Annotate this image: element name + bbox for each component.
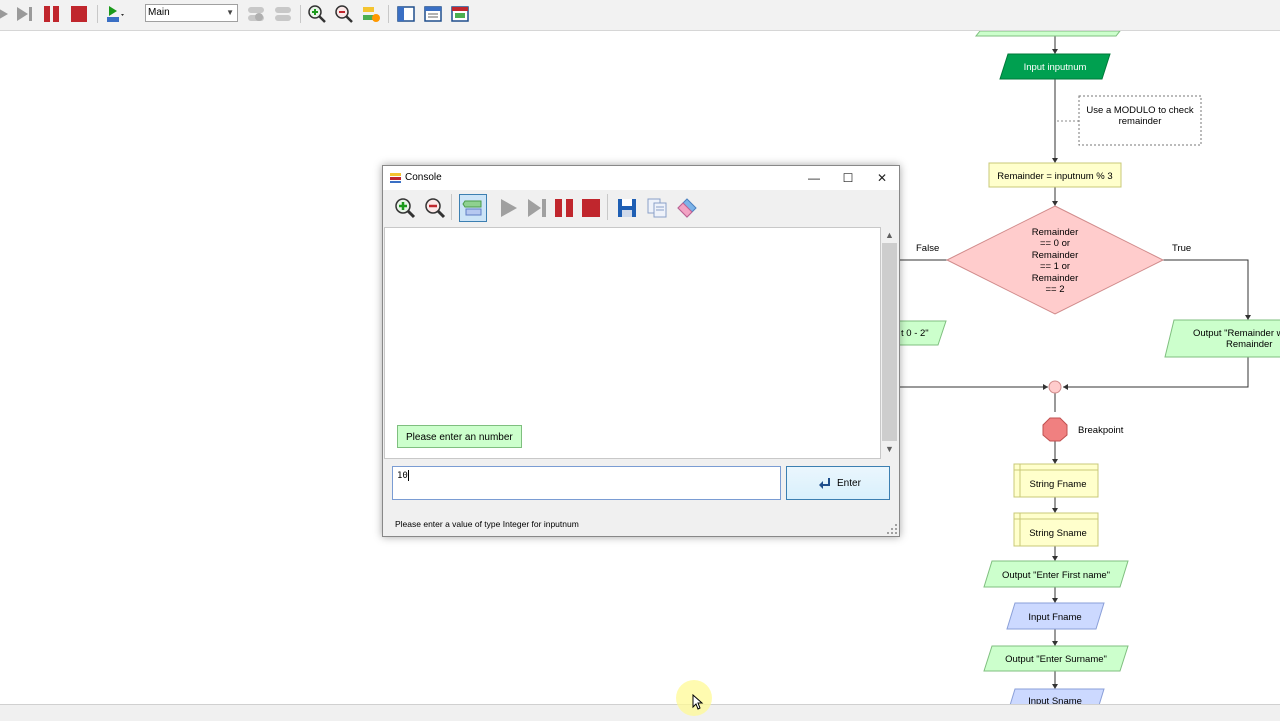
console-input-field[interactable]: 10 — [392, 466, 781, 500]
zoom-in-icon[interactable] — [307, 4, 327, 24]
resize-grip-icon[interactable] — [887, 524, 897, 534]
scroll-thumb[interactable] — [882, 243, 897, 441]
layout-icon[interactable] — [396, 4, 416, 24]
breakpoint-label: Breakpoint — [1078, 425, 1124, 436]
output-surname-label: Output "Enter Surname" — [1005, 654, 1107, 665]
stop-icon[interactable] — [579, 196, 603, 220]
assign-remainder-label: Remainder = inputnum % 3 — [997, 171, 1112, 182]
clear-eraser-icon[interactable] — [675, 196, 699, 220]
maximize-icon: ☐ — [842, 171, 854, 185]
step-icon[interactable] — [525, 196, 549, 220]
comment-line-2: remainder — [1119, 116, 1162, 127]
zoom-out-icon[interactable] — [423, 196, 447, 220]
chevron-down-icon: ▼ — [226, 8, 234, 17]
mouse-pointer-icon — [692, 694, 704, 710]
decision-line-1: Remainder — [1032, 227, 1078, 238]
output-shape-top[interactable] — [974, 31, 1121, 37]
enter-return-icon — [819, 478, 830, 489]
status-bar — [0, 704, 1280, 721]
console-titlebar[interactable]: Console — ☐ ✕ — [383, 166, 899, 190]
close-button[interactable]: ✕ — [865, 166, 899, 190]
pause-icon[interactable] — [42, 4, 62, 24]
maximize-button[interactable]: ☐ — [831, 166, 865, 190]
false-label: False — [916, 243, 939, 254]
scroll-up-icon[interactable]: ▲ — [881, 227, 898, 243]
function-select[interactable]: Main ▼ — [145, 4, 238, 22]
right-output-line-1: Output "Remainder w — [1193, 328, 1280, 339]
variables-window-icon[interactable] — [423, 4, 443, 24]
decision-line-3: Remainder — [1032, 250, 1078, 261]
console-window-icon[interactable] — [450, 4, 470, 24]
save-icon[interactable] — [615, 196, 639, 220]
console-status-text: Please enter a value of type Integer for… — [395, 519, 579, 529]
true-label: True — [1172, 243, 1191, 254]
run-function-icon[interactable] — [104, 4, 124, 24]
step-icon[interactable] — [15, 4, 35, 24]
right-output-line-2: Remainder — [1226, 339, 1272, 350]
console-window: Console — ☐ ✕ Please enter an number ▲ ▼… — [382, 165, 900, 537]
close-icon: ✕ — [876, 171, 888, 185]
show-prompts-toggle[interactable] — [459, 194, 487, 222]
decision-line-5: Remainder — [1032, 273, 1078, 284]
declare-sname-label: String Sname — [1029, 528, 1087, 539]
input-inputnum-label: Input inputnum — [1024, 62, 1087, 73]
stop-icon[interactable] — [69, 4, 89, 24]
function-select-value: Main — [148, 7, 170, 18]
minimize-icon: — — [808, 171, 820, 185]
comment-line-1: Use a MODULO to check — [1086, 105, 1193, 116]
remove-function-icon[interactable] — [273, 4, 293, 24]
prompt-text: Please enter an number — [406, 432, 513, 443]
settings-icon[interactable] — [361, 4, 381, 24]
console-scrollbar[interactable]: ▲ ▼ — [881, 227, 898, 457]
decision-line-6: == 2 — [1045, 284, 1064, 295]
console-toolbar — [383, 190, 899, 226]
merge-point — [1048, 380, 1062, 394]
input-fname-label: Input Fname — [1028, 612, 1081, 623]
console-input-value: 10 — [397, 471, 408, 481]
enter-button[interactable]: Enter — [786, 466, 890, 500]
decision-line-2: == 0 or — [1040, 238, 1070, 249]
scroll-down-icon[interactable]: ▼ — [881, 441, 898, 457]
minimize-button[interactable]: — — [797, 166, 831, 190]
decision-line-4: == 1 or — [1040, 261, 1070, 272]
add-function-icon[interactable] — [246, 4, 266, 24]
output-first-name-label: Output "Enter First name" — [1002, 570, 1110, 581]
main-toolbar: Main ▼ — [0, 0, 1280, 31]
copy-icon[interactable] — [645, 196, 669, 220]
pause-icon[interactable] — [552, 196, 576, 220]
console-title: Console — [405, 172, 442, 183]
console-app-icon — [390, 173, 401, 183]
zoom-out-icon[interactable] — [334, 4, 354, 24]
run-icon[interactable] — [497, 196, 521, 220]
prompt-message: Please enter an number — [397, 425, 522, 448]
prompt-bubble-icon — [462, 200, 482, 216]
declare-fname-label: String Fname — [1029, 479, 1086, 490]
input-sname-label: Input Sname — [1028, 696, 1082, 704]
enter-button-label: Enter — [837, 478, 861, 489]
breakpoint-icon[interactable] — [1042, 417, 1068, 442]
zoom-in-icon[interactable] — [393, 196, 417, 220]
text-caret — [407, 470, 409, 481]
console-output[interactable]: Please enter an number — [384, 227, 881, 459]
left-output-label: t 0 - 2" — [901, 328, 929, 339]
